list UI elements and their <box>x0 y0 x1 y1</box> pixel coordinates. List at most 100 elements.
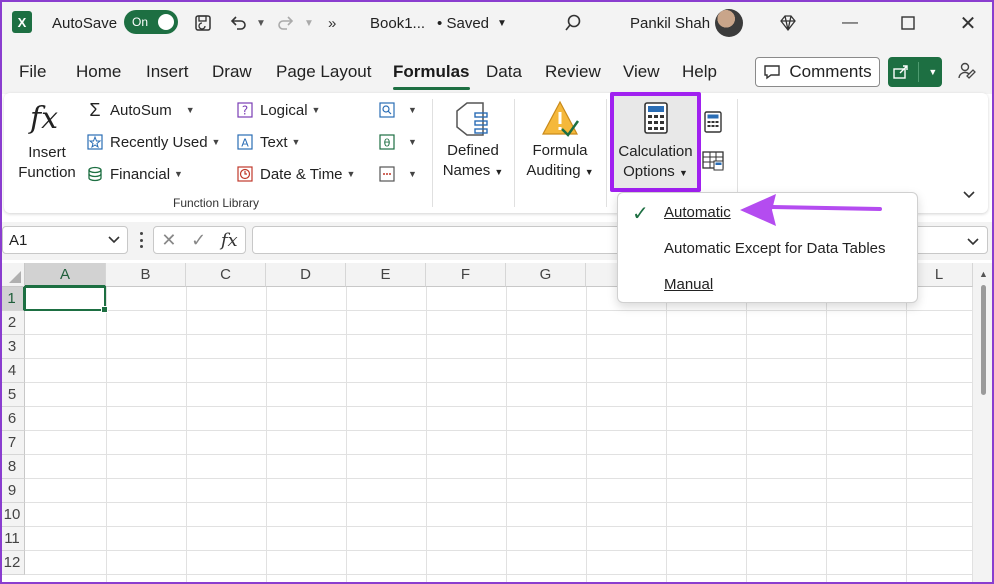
redo-dropdown-icon[interactable]: ▼ <box>304 0 314 46</box>
minimize-icon[interactable]: — <box>830 0 870 46</box>
autosave-toggle[interactable]: On <box>124 10 178 34</box>
scrollbar-thumb[interactable] <box>981 285 986 395</box>
row-header-12[interactable]: 12 <box>0 551 25 575</box>
column-header-d[interactable]: D <box>266 263 346 287</box>
text-button[interactable]: A Text ▼ <box>236 133 300 151</box>
recently-used-label: Recently Used <box>110 133 208 151</box>
document-title[interactable]: Book1... • Saved ▼ <box>370 0 507 46</box>
ribbon-expand-chevron-icon[interactable] <box>962 190 976 200</box>
worksheet-grid[interactable]: ABCDEFGHIJKL123456789101112 <box>0 263 994 584</box>
comment-icon <box>764 65 781 80</box>
calculation-options-button[interactable]: Calculation Options ▼ <box>610 92 701 192</box>
calculate-now-icon[interactable] <box>704 111 722 133</box>
grid-column-line <box>106 287 107 584</box>
column-header-b[interactable]: B <box>106 263 186 287</box>
tab-data[interactable]: Data <box>486 62 522 82</box>
tab-page-layout[interactable]: Page Layout <box>276 62 371 82</box>
save-icon[interactable] <box>193 0 213 46</box>
row-header-9[interactable]: 9 <box>0 479 25 503</box>
more-functions-button[interactable]: ▼ <box>378 165 417 183</box>
redo-icon[interactable] <box>276 0 296 46</box>
insert-function-button[interactable]: Insert Function <box>14 143 80 183</box>
menu-item-automatic-except-tables[interactable]: Automatic Except for Data Tables <box>664 240 886 257</box>
tab-formulas[interactable]: Formulas <box>393 62 470 90</box>
user-name[interactable]: Pankil Shah <box>630 0 710 46</box>
grid-row-line <box>25 334 973 335</box>
row-header-6[interactable]: 6 <box>0 407 25 431</box>
column-header-f[interactable]: F <box>426 263 506 287</box>
comments-button[interactable]: Comments <box>755 57 880 87</box>
tab-file[interactable]: File <box>19 62 46 82</box>
group-divider <box>432 99 433 207</box>
formula-bar-grip-icon[interactable] <box>137 232 145 248</box>
chevron-down-icon: ▼ <box>928 67 938 77</box>
row-header-7[interactable]: 7 <box>0 431 25 455</box>
row-header-2[interactable]: 2 <box>0 311 25 335</box>
lookup-reference-button[interactable]: ▼ <box>378 101 417 119</box>
chevron-down-icon: ▼ <box>311 105 321 115</box>
formula-auditing-button[interactable]: Formula Auditing ▼ <box>521 141 599 182</box>
row-header-11[interactable]: 11 <box>0 527 25 551</box>
autosum-label: AutoSum <box>110 101 172 119</box>
column-header-g[interactable]: G <box>506 263 586 287</box>
tab-review[interactable]: Review <box>545 62 601 82</box>
logical-button[interactable]: ? Logical ▼ <box>236 101 320 119</box>
search-icon[interactable] <box>563 0 583 46</box>
date-time-button[interactable]: Date & Time ▼ <box>236 165 355 183</box>
cancel-entry-icon[interactable]: ✕ <box>161 230 176 251</box>
name-box[interactable]: A1 <box>2 226 128 254</box>
financial-button[interactable]: Financial ▼ <box>86 165 183 183</box>
row-header-8[interactable]: 8 <box>0 455 25 479</box>
undo-icon[interactable] <box>228 0 248 46</box>
recently-used-button[interactable]: Recently Used ▼ <box>86 133 220 151</box>
row-header-3[interactable]: 3 <box>0 335 25 359</box>
confirm-entry-icon[interactable]: ✓ <box>191 230 206 251</box>
tab-draw[interactable]: Draw <box>212 62 252 82</box>
tab-help[interactable]: Help <box>682 62 717 82</box>
tab-home[interactable]: Home <box>76 62 121 82</box>
avatar[interactable] <box>715 9 743 37</box>
active-cell-a1[interactable] <box>24 286 108 313</box>
column-header-a[interactable]: A <box>25 263 106 287</box>
more-commands-icon[interactable]: » <box>328 0 336 46</box>
column-header-e[interactable]: E <box>346 263 426 287</box>
title-bar: X AutoSave On ▼ ▼ » Book1... • Saved ▼ P… <box>0 0 994 46</box>
grid-row-line <box>25 382 973 383</box>
row-header-4[interactable]: 4 <box>0 359 25 383</box>
select-all-corner[interactable] <box>0 263 25 287</box>
defined-names-icon[interactable] <box>453 99 493 139</box>
scroll-up-icon[interactable]: ▲ <box>979 269 988 279</box>
math-trig-button[interactable]: θ ▼ <box>378 133 417 151</box>
row-header-10[interactable]: 10 <box>0 503 25 527</box>
tab-insert[interactable]: Insert <box>146 62 189 82</box>
fx-icon[interactable]: fx <box>30 101 58 136</box>
insert-function-fx-icon[interactable]: fx <box>221 230 238 251</box>
group-divider <box>514 99 515 207</box>
undo-dropdown-icon[interactable]: ▼ <box>256 0 266 46</box>
grid-row-line <box>25 454 973 455</box>
row-header-5[interactable]: 5 <box>0 383 25 407</box>
tab-view[interactable]: View <box>623 62 660 82</box>
maximize-icon[interactable] <box>888 0 928 46</box>
autosum-button[interactable]: Σ AutoSum ▼ <box>86 100 194 120</box>
close-icon[interactable]: ✕ <box>948 0 988 46</box>
autosave-toggle-text: On <box>132 15 149 29</box>
share-button[interactable]: ▼ <box>888 57 942 87</box>
defined-names-button[interactable]: Defined Names ▼ <box>440 141 506 182</box>
expand-formula-bar-icon[interactable] <box>966 234 980 252</box>
calculate-sheet-icon[interactable] <box>702 151 724 171</box>
grid-row-line <box>25 502 973 503</box>
menu-item-manual[interactable]: Manual <box>664 276 713 293</box>
formula-auditing-icon[interactable] <box>540 99 580 139</box>
grid-row-line <box>25 310 973 311</box>
doc-name: Book1... <box>370 14 426 32</box>
vertical-scrollbar[interactable]: ▲ <box>973 263 994 584</box>
column-header-c[interactable]: C <box>186 263 266 287</box>
diamond-icon[interactable] <box>778 0 798 46</box>
svg-text:θ: θ <box>384 137 391 150</box>
coauthoring-icon[interactable] <box>957 61 977 86</box>
menu-item-automatic[interactable]: Automatic <box>664 204 731 221</box>
save-status: • Saved <box>437 14 489 32</box>
row-header-1[interactable]: 1 <box>0 287 25 311</box>
chevron-down-icon: ▼ <box>174 169 183 179</box>
